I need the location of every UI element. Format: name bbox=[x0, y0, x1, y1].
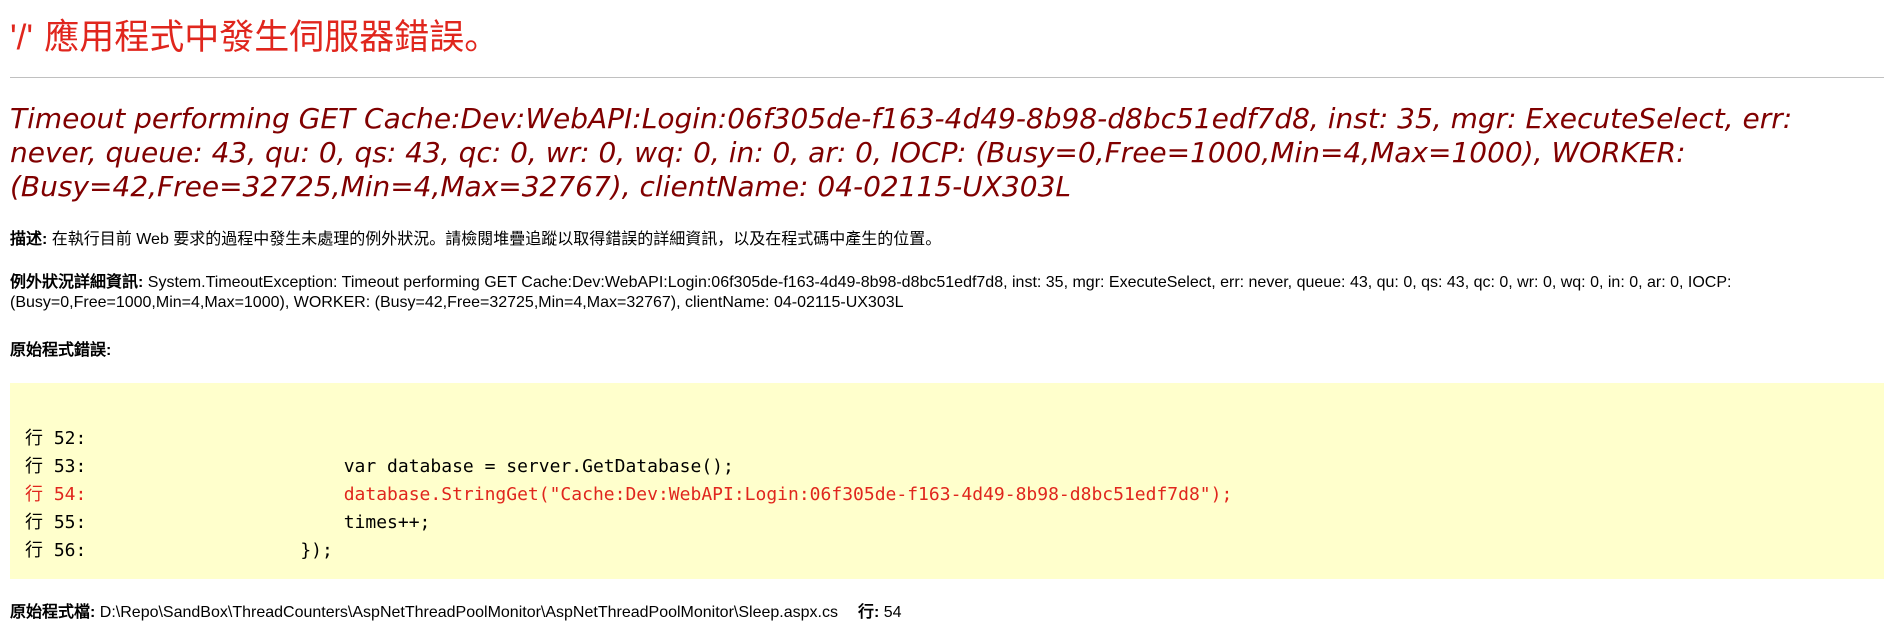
code-line-54-error: 行 54: database.StringGet("Cache:Dev:WebA… bbox=[25, 481, 1884, 509]
exception-details-text: System.TimeoutException: Timeout perform… bbox=[10, 274, 1732, 311]
source-line-label: 行: bbox=[857, 604, 880, 621]
source-file-label: 原始程式檔: bbox=[10, 604, 96, 621]
title-app-path: '/' bbox=[10, 18, 34, 57]
source-error-label: 原始程式錯誤: bbox=[10, 342, 112, 359]
code-text: database.StringGet("Cache:Dev:WebAPI:Log… bbox=[257, 484, 1233, 505]
source-code-block: 行 52: 行 53: var database = server.GetData… bbox=[10, 383, 1884, 579]
exception-message: Timeout performing GET Cache:Dev:WebAPI:… bbox=[10, 102, 1793, 203]
source-file-section: 原始程式檔: D:\Repo\SandBox\ThreadCounters\As… bbox=[10, 603, 1838, 623]
code-line-56: 行 56: }); bbox=[25, 537, 1884, 565]
code-line-55: 行 55: times++; bbox=[25, 509, 1884, 537]
line-number: 行 52: bbox=[25, 428, 87, 449]
code-line-52: 行 52: bbox=[25, 425, 1884, 453]
source-file-path: D:\Repo\SandBox\ThreadCounters\AspNetThr… bbox=[95, 604, 838, 621]
code-text: times++; bbox=[257, 512, 431, 533]
source-error-section: 原始程式錯誤: bbox=[10, 341, 1838, 361]
source-line-value: 54 bbox=[879, 604, 902, 621]
exception-details-label: 例外狀況詳細資訊: bbox=[10, 274, 144, 291]
exception-details-section: 例外狀況詳細資訊: System.TimeoutException: Timeo… bbox=[10, 273, 1838, 313]
description-section: 描述: 在執行目前 Web 要求的過程中發生未處理的例外狀況。請檢閱堆疊追蹤以取… bbox=[10, 230, 1838, 250]
code-text: var database = server.GetDatabase(); bbox=[257, 456, 734, 477]
description-label: 描述: bbox=[10, 231, 48, 248]
title-divider bbox=[10, 77, 1884, 78]
line-number: 行 53: bbox=[25, 456, 87, 477]
error-page: '/' 應用程式中發生伺服器錯誤。 Timeout performing GET… bbox=[0, 0, 1894, 639]
page-title: '/' 應用程式中發生伺服器錯誤。 bbox=[10, 14, 499, 62]
description-text: 在執行目前 Web 要求的過程中發生未處理的例外狀況。請檢閱堆疊追蹤以取得錯誤的… bbox=[47, 231, 942, 248]
code-text: }); bbox=[257, 540, 333, 561]
code-line-53: 行 53: var database = server.GetDatabase(… bbox=[25, 453, 1884, 481]
line-number: 行 56: bbox=[25, 540, 87, 561]
line-number: 行 55: bbox=[25, 512, 87, 533]
line-number: 行 54: bbox=[25, 484, 87, 505]
title-text: 應用程式中發生伺服器錯誤。 bbox=[33, 18, 500, 58]
